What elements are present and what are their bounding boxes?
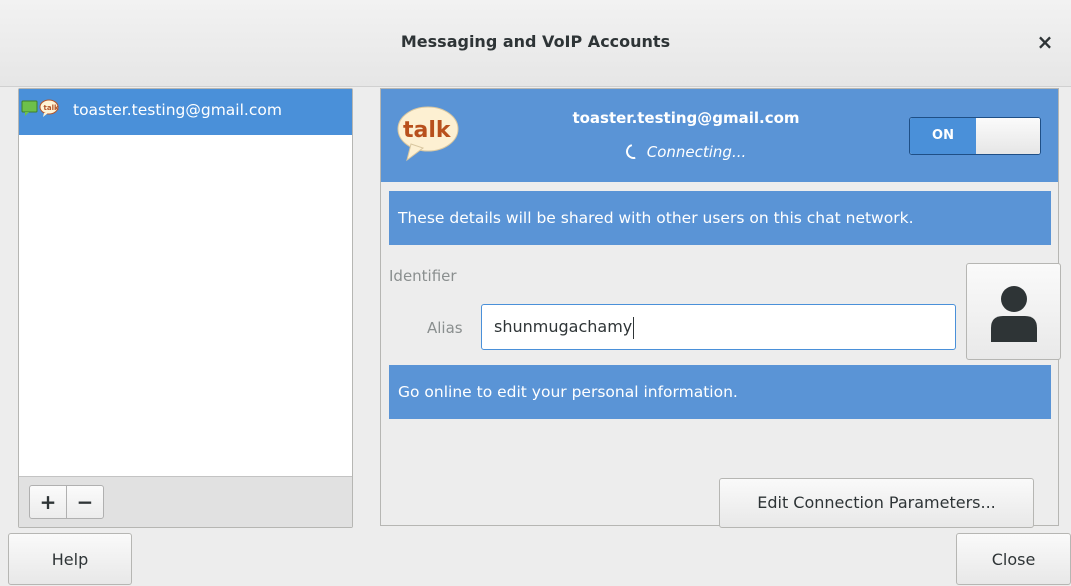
text-caret <box>633 316 635 339</box>
svg-text:talk: talk <box>44 104 59 112</box>
talk-logo-text: talk <box>403 118 452 143</box>
account-email-label: toaster.testing@gmail.com <box>73 101 282 119</box>
close-button[interactable]: Close <box>956 533 1071 585</box>
edit-connection-parameters-button[interactable]: Edit Connection Parameters... <box>719 478 1034 528</box>
chat-bubble-icon: talk <box>21 99 59 117</box>
account-details-panel: talk toaster.testing@gmail.com Connectin… <box>380 88 1061 528</box>
alias-input-value: shunmugachamy <box>494 317 633 336</box>
help-button[interactable]: Help <box>8 533 132 585</box>
switch-knob[interactable] <box>976 118 1040 154</box>
account-header-email: toaster.testing@gmail.com <box>572 109 800 127</box>
account-list: talk toaster.testing@gmail.com + − <box>18 88 353 528</box>
shared-details-notice: These details will be shared with other … <box>389 191 1051 245</box>
spinner-icon <box>622 141 644 162</box>
alias-input[interactable]: shunmugachamy <box>481 304 956 350</box>
avatar-button[interactable] <box>966 263 1061 360</box>
switch-on-label: ON <box>910 118 976 154</box>
account-enable-switch[interactable]: ON <box>909 117 1041 155</box>
close-icon[interactable]: × <box>1033 30 1057 54</box>
account-icons: talk <box>21 99 71 119</box>
identifier-label: Identifier <box>389 267 457 285</box>
connection-status: Connecting... <box>481 141 891 162</box>
add-account-button[interactable]: + <box>29 485 67 519</box>
account-list-toolbar: + − <box>19 476 352 527</box>
account-list-item[interactable]: talk toaster.testing@gmail.com <box>19 89 352 135</box>
title-bar: Messaging and VoIP Accounts × <box>0 0 1071 87</box>
user-avatar-icon <box>991 286 1037 342</box>
google-talk-logo: talk <box>395 104 461 162</box>
alias-label: Alias <box>427 319 463 337</box>
connection-status-text: Connecting... <box>646 143 747 161</box>
account-header: talk toaster.testing@gmail.com Connectin… <box>381 89 1058 182</box>
window-title: Messaging and VoIP Accounts <box>400 32 671 51</box>
remove-account-button[interactable]: − <box>66 485 104 519</box>
offline-notice: Go online to edit your personal informat… <box>389 365 1051 419</box>
